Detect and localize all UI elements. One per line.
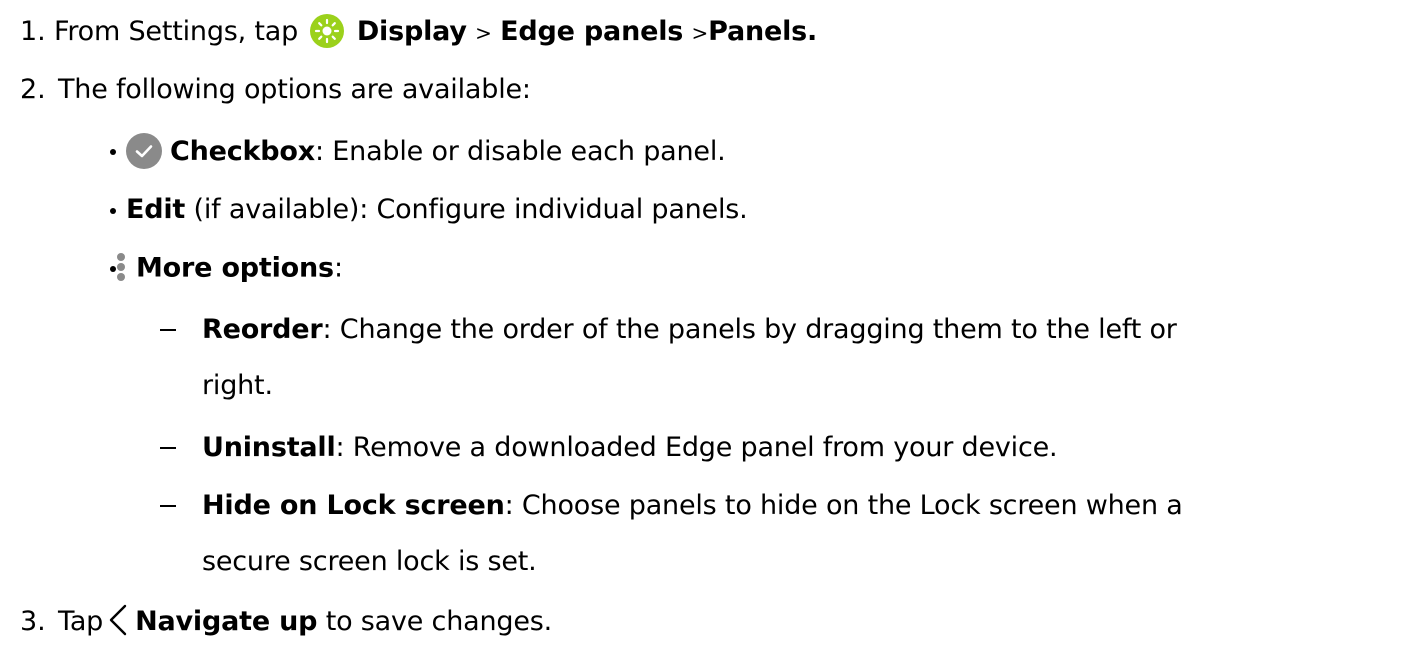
display-label: Display xyxy=(356,16,467,47)
option-edit: Edit (if available): Configure individua… xyxy=(126,192,748,228)
step-2-number: 2. xyxy=(20,74,46,105)
dash-marker xyxy=(160,505,176,507)
breadcrumb-separator: > xyxy=(691,21,709,45)
step-1-text: From Settings, tap xyxy=(54,16,299,47)
uninstall-label: Uninstall xyxy=(202,432,336,463)
step-1-number: 1. xyxy=(20,16,46,47)
checkbox-label: Checkbox xyxy=(170,136,316,167)
navigate-up-label: Navigate up xyxy=(135,606,318,637)
uninstall-description: : Remove a downloaded Edge panel from yo… xyxy=(335,432,1058,463)
checkbox-checked-icon xyxy=(126,132,162,169)
bullet xyxy=(110,149,116,155)
option-checkbox: Checkbox: Enable or disable each panel. xyxy=(126,132,726,171)
more-option-hide-on-lock-screen: Hide on Lock screen: Choose panels to hi… xyxy=(202,488,1183,524)
bullet xyxy=(110,208,116,214)
more-options-label: More options xyxy=(136,252,334,284)
more-option-reorder: Reorder: Change the order of the panels … xyxy=(202,312,1177,348)
hide-on-lock-screen-label: Hide on Lock screen xyxy=(202,490,505,521)
more-options-icon xyxy=(116,248,126,286)
reorder-description: : Change the order of the panels by drag… xyxy=(322,314,1177,345)
more-option-uninstall: Uninstall: Remove a downloaded Edge pane… xyxy=(202,430,1058,466)
step-3: Tap Navigate up to save changes. xyxy=(58,604,552,641)
step-1: From Settings, tap Display > Edge panels… xyxy=(54,13,818,51)
navigate-up-icon xyxy=(105,602,131,638)
step-2-text: The following options are available: xyxy=(58,74,531,105)
reorder-description-continued: right. xyxy=(202,370,273,401)
edit-description: (if available): Configure individual pan… xyxy=(185,194,748,225)
step-3-tap: Tap xyxy=(58,606,104,637)
instructions-document: 1. From Settings, tap Display > Edge pan… xyxy=(0,0,1418,645)
display-settings-icon xyxy=(310,13,345,48)
hide-on-lock-screen-description-continued: secure screen lock is set. xyxy=(202,546,537,577)
checkbox-description: : Enable or disable each panel. xyxy=(315,136,726,167)
more-options-colon: : xyxy=(333,252,343,284)
panels-label: Panels xyxy=(708,16,808,47)
hide-on-lock-screen-description: : Choose panels to hide on the Lock scre… xyxy=(504,490,1183,521)
step-3-text: to save changes. xyxy=(325,606,552,637)
breadcrumb-separator: > xyxy=(475,21,492,45)
dash-marker xyxy=(160,447,176,449)
reorder-label: Reorder xyxy=(202,314,323,345)
step-3-number: 3. xyxy=(20,606,46,637)
step-1-period: . xyxy=(807,16,818,47)
option-more-options: More options: xyxy=(116,250,343,288)
edge-panels-label: Edge panels xyxy=(500,16,684,47)
edit-label: Edit xyxy=(126,194,186,225)
dash-marker xyxy=(160,329,176,331)
